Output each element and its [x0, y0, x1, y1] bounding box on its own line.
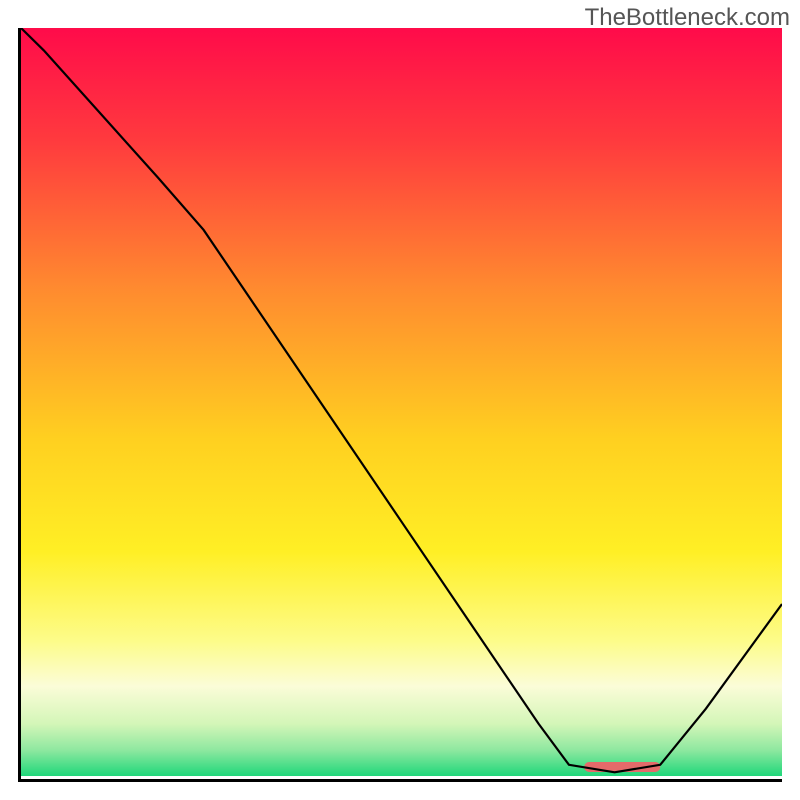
chart-container: TheBottleneck.com — [0, 0, 800, 800]
gradient-rect — [21, 28, 782, 776]
plot-area — [18, 28, 782, 782]
watermark-text: TheBottleneck.com — [585, 4, 790, 32]
chart-svg — [21, 28, 782, 779]
